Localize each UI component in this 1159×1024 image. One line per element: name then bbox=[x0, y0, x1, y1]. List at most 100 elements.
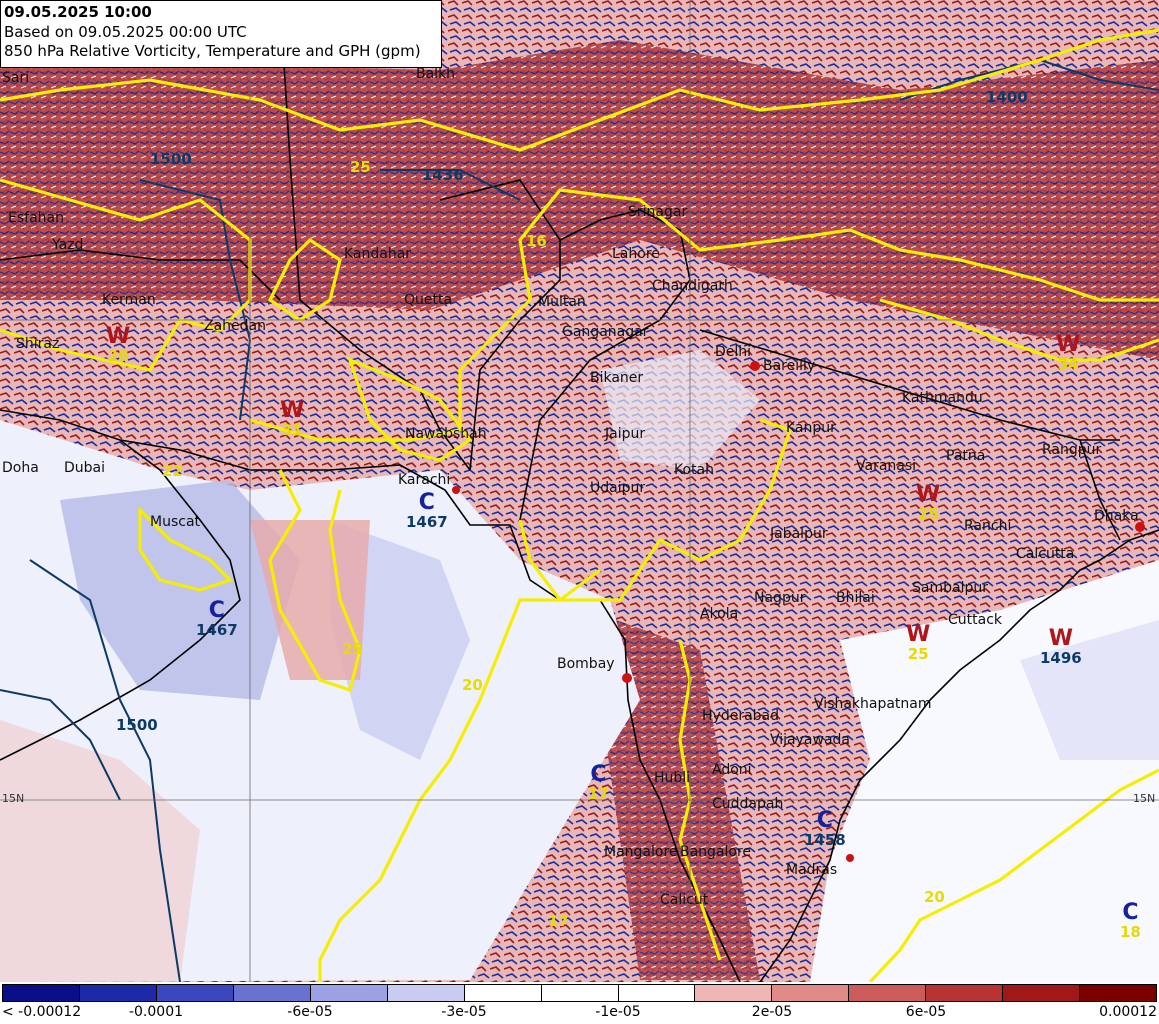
system-temp-value: 25 bbox=[907, 645, 929, 663]
system-type-letter: W bbox=[1048, 626, 1074, 651]
system-temp-value: 34 bbox=[1057, 355, 1079, 373]
system-type-letter: C bbox=[1122, 900, 1139, 925]
city-label: Jaipur bbox=[605, 426, 646, 442]
city-label: Akola bbox=[700, 606, 739, 622]
colorbar-cell bbox=[541, 985, 619, 1001]
city-label: Calcutta bbox=[1016, 546, 1075, 562]
city-label: Nawabshah bbox=[405, 426, 487, 442]
city-label: Chandigarh bbox=[652, 278, 733, 294]
colorbar-tick-label: 6e-05 bbox=[905, 1004, 947, 1020]
system-temp-value: 28 bbox=[107, 347, 129, 365]
colorbar-cell bbox=[3, 985, 80, 1001]
valid-time: 09.05.2025 10:00 bbox=[4, 3, 152, 21]
city-label: Lahore bbox=[612, 246, 660, 262]
colorbar-cell bbox=[464, 985, 542, 1001]
city-label: Bangalore bbox=[680, 844, 752, 860]
city-label: Kathmandu bbox=[902, 390, 983, 406]
colorbar-tick-label: 2e-05 bbox=[751, 1004, 793, 1020]
temp-contour-label: 16 bbox=[526, 232, 547, 250]
warm-system-marker: W 25 bbox=[916, 484, 940, 523]
map-canvas bbox=[0, 0, 1159, 982]
city-label: Zahedan bbox=[204, 318, 266, 334]
city-label: Adoni bbox=[712, 762, 752, 778]
city-label: Hubli bbox=[654, 770, 691, 786]
city-label: Kandahar bbox=[344, 246, 412, 262]
colorbar-cell bbox=[1003, 985, 1081, 1001]
forecast-info-box: 09.05.2025 10:00 Based on 09.05.2025 00:… bbox=[0, 0, 442, 68]
system-type-letter: W bbox=[106, 324, 131, 349]
city-label: Dhaka bbox=[1094, 508, 1139, 524]
city-label: Srinagar bbox=[628, 204, 688, 220]
city-label: Cuttack bbox=[948, 612, 1003, 628]
city-label: Kanpur bbox=[786, 420, 836, 436]
warm-system-marker: W 31 bbox=[280, 400, 304, 439]
system-gph-value: 1496 bbox=[1040, 649, 1082, 667]
warm-system-marker: W 28 bbox=[106, 326, 130, 365]
colorbar-cell bbox=[926, 985, 1004, 1001]
city-label: Patna bbox=[946, 448, 986, 464]
city-label: Sari bbox=[2, 70, 30, 86]
system-gph-value: 1467 bbox=[196, 621, 238, 639]
city-label: Karachi bbox=[398, 472, 451, 488]
temp-contour-label: 20 bbox=[924, 888, 945, 906]
colorbar-cell bbox=[849, 985, 927, 1001]
weather-map: 09.05.2025 10:00 Based on 09.05.2025 00:… bbox=[0, 0, 1159, 982]
latitude-label: 15N bbox=[2, 792, 25, 805]
system-type-letter: W bbox=[1056, 332, 1081, 357]
cold-system-marker: C 1467 bbox=[196, 600, 238, 639]
colorbar-cell bbox=[233, 985, 311, 1001]
city-label: Bhilai bbox=[836, 590, 875, 606]
system-type-letter: W bbox=[280, 398, 305, 423]
colorbar-tick-label: -1e-05 bbox=[595, 1004, 641, 1020]
city-label: Delhi bbox=[715, 344, 752, 360]
colorbar-cell bbox=[156, 985, 234, 1001]
city-label: Ganganagar bbox=[562, 324, 649, 340]
city-label: Ranchi bbox=[964, 518, 1012, 534]
colorbar-cells bbox=[2, 984, 1157, 1002]
city-label: Muscat bbox=[150, 514, 201, 530]
system-type-letter: C bbox=[590, 762, 607, 787]
warm-system-marker: W 34 bbox=[1056, 334, 1080, 373]
city-label: Jabalpur bbox=[770, 526, 828, 542]
system-type-letter: C bbox=[208, 598, 225, 623]
city-label: Doha bbox=[2, 460, 39, 476]
city-label: Kotah bbox=[674, 462, 714, 478]
city-label: Esfahan bbox=[8, 210, 64, 226]
city-label: Shiraz bbox=[16, 336, 60, 352]
city-label: Kerman bbox=[102, 292, 156, 308]
colorbar-tick-label: < -0.00012 bbox=[2, 1004, 82, 1020]
system-type-letter: C bbox=[418, 490, 435, 515]
temp-contour-label: 17 bbox=[548, 912, 569, 930]
system-temp-value: 25 bbox=[917, 505, 939, 523]
system-type-letter: W bbox=[906, 622, 931, 647]
cold-system-marker: C 1458 bbox=[804, 810, 846, 849]
city-label: Nagpur bbox=[754, 590, 806, 606]
cold-system-marker: C 1467 bbox=[406, 492, 448, 531]
city-label: Sambalpur bbox=[912, 580, 988, 596]
city-label: Varanasi bbox=[856, 458, 917, 474]
colorbar-legend: < -0.00012 -0.0001 -6e-05 -3e-05 -1e-05 2e-05… bbox=[0, 982, 1159, 1024]
city-label: Balkh bbox=[416, 66, 456, 82]
cold-system-marker: C 18 bbox=[1120, 902, 1141, 941]
parameter-description: 850 hPa Relative Vorticity, Temperature … bbox=[4, 42, 421, 60]
city-label: Udaipur bbox=[590, 480, 646, 496]
colorbar-cell bbox=[79, 985, 157, 1001]
city-label: Hyderabad bbox=[702, 708, 779, 724]
city-label: Mangalore bbox=[604, 844, 678, 860]
colorbar-cell bbox=[310, 985, 388, 1001]
cold-system-marker: C 17 bbox=[588, 764, 609, 803]
colorbar-cell bbox=[1080, 985, 1157, 1001]
temp-contour-label: 25 bbox=[350, 158, 371, 176]
system-temp-value: 17 bbox=[588, 785, 609, 803]
temp-contour-label: 20 bbox=[462, 676, 483, 694]
system-gph-value: 1458 bbox=[804, 831, 846, 849]
colorbar-cell bbox=[618, 985, 696, 1001]
colorbar-tick-label: 0.00012 bbox=[1099, 1004, 1157, 1020]
warm-system-marker: W 1496 bbox=[1040, 628, 1082, 667]
city-label: Vijayawada bbox=[770, 732, 850, 748]
city-label: Calicut bbox=[660, 892, 709, 908]
city-label: Madras bbox=[786, 862, 838, 878]
city-label: Yazd bbox=[52, 237, 84, 253]
city-label: Bareilly bbox=[763, 358, 816, 374]
colorbar-cell bbox=[695, 985, 773, 1001]
